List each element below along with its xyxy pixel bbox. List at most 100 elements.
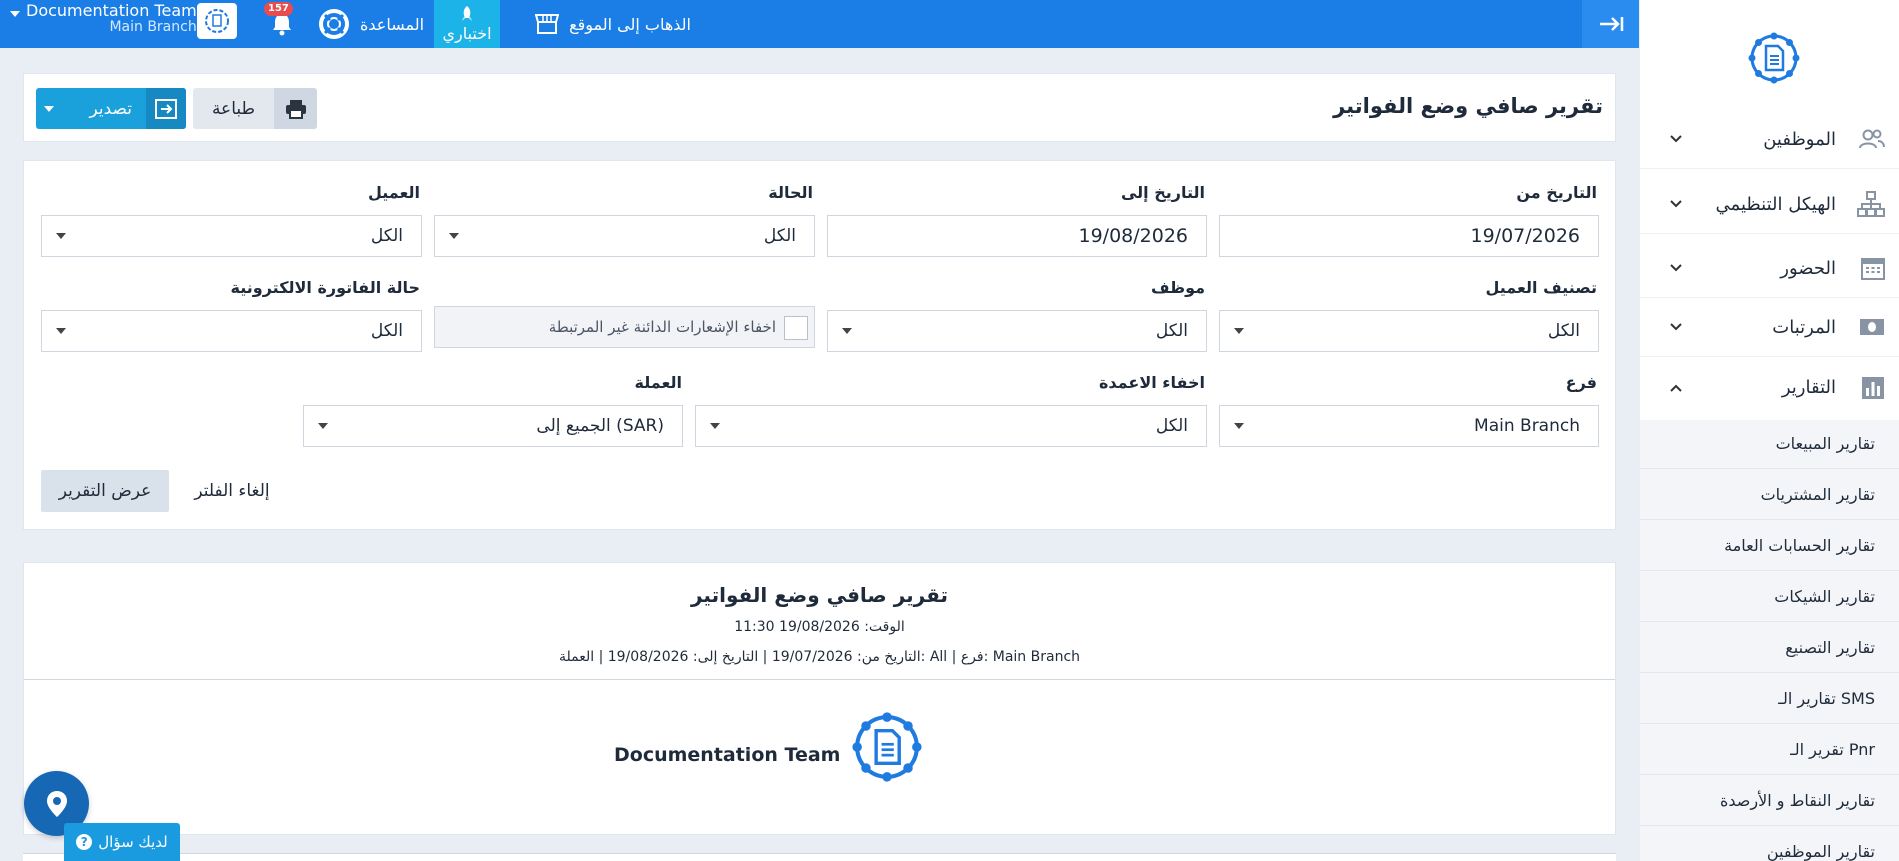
sidebar-item-org-structure[interactable]: الهيكل التنظيمي xyxy=(1640,175,1899,234)
company-logo-icon xyxy=(852,712,922,782)
sidebar-logo[interactable] xyxy=(1746,30,1802,90)
sidebar-item-label: المرتبات xyxy=(1772,316,1836,338)
sidebar-item-attendance[interactable]: الحضور xyxy=(1640,239,1899,298)
chevron-down-icon xyxy=(318,423,328,429)
have-a-question-button[interactable]: ? لديك سؤال xyxy=(64,823,180,861)
chevron-down-icon xyxy=(56,233,66,239)
print-button[interactable]: طباعة xyxy=(193,88,317,129)
status-label: الحالة xyxy=(768,183,813,202)
rocket-icon xyxy=(462,5,472,21)
client-category-value: الكل xyxy=(1547,321,1580,341)
print-label: طباعة xyxy=(211,98,256,119)
chevron-down-icon xyxy=(1234,423,1244,429)
sidebar-subitem-general-accounts-reports[interactable]: تقارير الحسابات العامة xyxy=(1640,520,1899,571)
date-from-label: التاريخ من xyxy=(1516,183,1597,202)
sidebar-subitem-employees-reports[interactable]: تقارير الموظفين xyxy=(1640,826,1899,861)
account-branch: Main Branch xyxy=(109,19,197,35)
cancel-filter-button[interactable]: إلغاء الفلتر xyxy=(187,470,277,512)
chevron-down-icon xyxy=(1670,200,1682,208)
export-icon xyxy=(155,98,177,119)
sidebar-item-reports[interactable]: التقارير xyxy=(1640,358,1899,417)
sidebar-subitem-manufacturing-reports[interactable]: تقارير التصنيع xyxy=(1640,622,1899,673)
date-from-field[interactable]: 19/07/2026 xyxy=(1219,215,1599,257)
chevron-down-icon xyxy=(1670,323,1682,331)
report-panel: تقرير صافي وضع الفواتير الوقت: 19/08/202… xyxy=(23,562,1616,835)
sidebar-subitem-sms-reports[interactable]: تقارير الـ SMS xyxy=(1640,673,1899,724)
report-time: الوقت: 19/08/2026 11:30 xyxy=(734,619,905,635)
account-switcher[interactable]: Documentation Team Main Branch xyxy=(10,2,197,36)
currency-value: الجميع إلى (SAR) xyxy=(536,416,664,436)
hide-columns-label: اخفاء الاعمدة xyxy=(1098,373,1205,392)
have-a-question-label: لديك سؤال xyxy=(98,833,168,851)
help-link[interactable]: المساعدة xyxy=(318,0,424,48)
filters-panel: التاريخ من 19/07/2026 التاريخ إلى 19/08/… xyxy=(23,160,1616,530)
chevron-down-icon xyxy=(710,423,720,429)
status-select[interactable]: الكل xyxy=(434,215,815,257)
export-button[interactable]: تصدير xyxy=(36,88,186,129)
einvoice-status-value: الكل xyxy=(370,321,403,341)
report-table-top xyxy=(23,853,1616,861)
branch-select[interactable]: Main Branch xyxy=(1219,405,1599,447)
client-select[interactable]: الكل xyxy=(41,215,422,257)
map-pin-icon xyxy=(46,790,67,817)
sidebar-subitem-cheques-reports[interactable]: تقارير الشيكات xyxy=(1640,571,1899,622)
export-label: تصدير xyxy=(89,98,132,119)
branch-value: Main Branch xyxy=(1474,416,1580,436)
sidebar: الموظفين الهيكل التنظيمي الحضور المرتبات… xyxy=(1640,0,1899,861)
org-chart-icon xyxy=(1857,191,1885,217)
branch-label: فرع xyxy=(1565,373,1597,392)
go-to-site-link[interactable]: الذهاب إلى الموقع xyxy=(535,0,691,48)
account-name: Documentation Team xyxy=(26,1,197,20)
client-category-label: تصنيف العميل xyxy=(1485,278,1597,297)
go-to-site-label: الذهاب إلى الموقع xyxy=(569,14,691,34)
page-title: تقرير صافي وضع الفواتير xyxy=(1333,94,1603,118)
currency-label: العملة xyxy=(634,373,682,392)
einvoice-status-select[interactable]: الكل xyxy=(41,310,422,352)
report-header: تقرير صافي وضع الفواتير الوقت: 19/08/202… xyxy=(24,563,1615,680)
client-label: العميل xyxy=(367,183,420,202)
notifications-button[interactable]: 157 xyxy=(264,0,300,48)
my-test-label: اختباري xyxy=(442,23,492,43)
sidebar-subitem-points-balances-reports[interactable]: تقارير النقاط و الأرصدة xyxy=(1640,775,1899,826)
sidebar-subitem-sales-reports[interactable]: تقارير المبيعات xyxy=(1640,418,1899,469)
date-from-value: 19/07/2026 xyxy=(1470,225,1580,247)
sidebar-item-label: التقارير xyxy=(1781,377,1836,398)
bar-chart-icon xyxy=(1862,376,1884,399)
einvoice-status-label: حالة الفاتورة الالكترونية xyxy=(230,278,420,297)
my-test-button[interactable]: اختباري xyxy=(434,0,500,48)
sidebar-item-payroll[interactable]: المرتبات xyxy=(1640,298,1899,357)
company-name: Documentation Team xyxy=(614,744,841,766)
date-to-label: التاريخ إلى xyxy=(1120,183,1205,202)
chevron-up-icon xyxy=(1670,384,1682,392)
chevron-down-icon xyxy=(56,328,66,334)
chevron-down-icon xyxy=(842,328,852,334)
hide-unlinked-checkbox[interactable] xyxy=(784,316,808,340)
report-title: تقرير صافي وضع الفواتير xyxy=(690,583,949,607)
printer-icon xyxy=(285,99,306,119)
company-logo-icon xyxy=(1748,32,1800,84)
sidebar-item-employees[interactable]: الموظفين xyxy=(1640,110,1899,169)
employee-label: موظف xyxy=(1150,278,1205,297)
sidebar-subitem-pnr-report[interactable]: تقرير الـ Pnr xyxy=(1640,724,1899,775)
menu-toggle-button[interactable] xyxy=(1582,0,1639,48)
employee-select[interactable]: الكل xyxy=(827,310,1207,352)
date-to-field[interactable]: 19/08/2026 xyxy=(827,215,1207,257)
account-logo[interactable] xyxy=(197,3,237,39)
sidebar-subitem-purchase-reports[interactable]: تقارير المشتريات xyxy=(1640,469,1899,520)
chevron-down-icon xyxy=(1234,328,1244,334)
chevron-down-icon[interactable] xyxy=(44,106,54,112)
hide-unlinked-credit-notes-field: اخفاء الإشعارات الدائنة غير المرتبطة xyxy=(434,306,815,348)
client-category-select[interactable]: الكل xyxy=(1219,310,1599,352)
chevron-down-icon xyxy=(1670,135,1682,143)
company-logo xyxy=(837,697,937,797)
currency-select[interactable]: الجميع إلى (SAR) xyxy=(303,405,683,447)
status-value: الكل xyxy=(763,226,796,246)
users-icon xyxy=(1859,129,1885,149)
chevron-down-icon xyxy=(1670,264,1682,272)
show-report-button[interactable]: عرض التقرير xyxy=(41,470,169,512)
money-icon xyxy=(1860,319,1884,335)
calendar-icon xyxy=(1861,258,1885,280)
client-value: الكل xyxy=(370,226,403,246)
sidebar-item-label: الهيكل التنظيمي xyxy=(1715,193,1836,215)
hide-columns-select[interactable]: الكل xyxy=(695,405,1207,447)
